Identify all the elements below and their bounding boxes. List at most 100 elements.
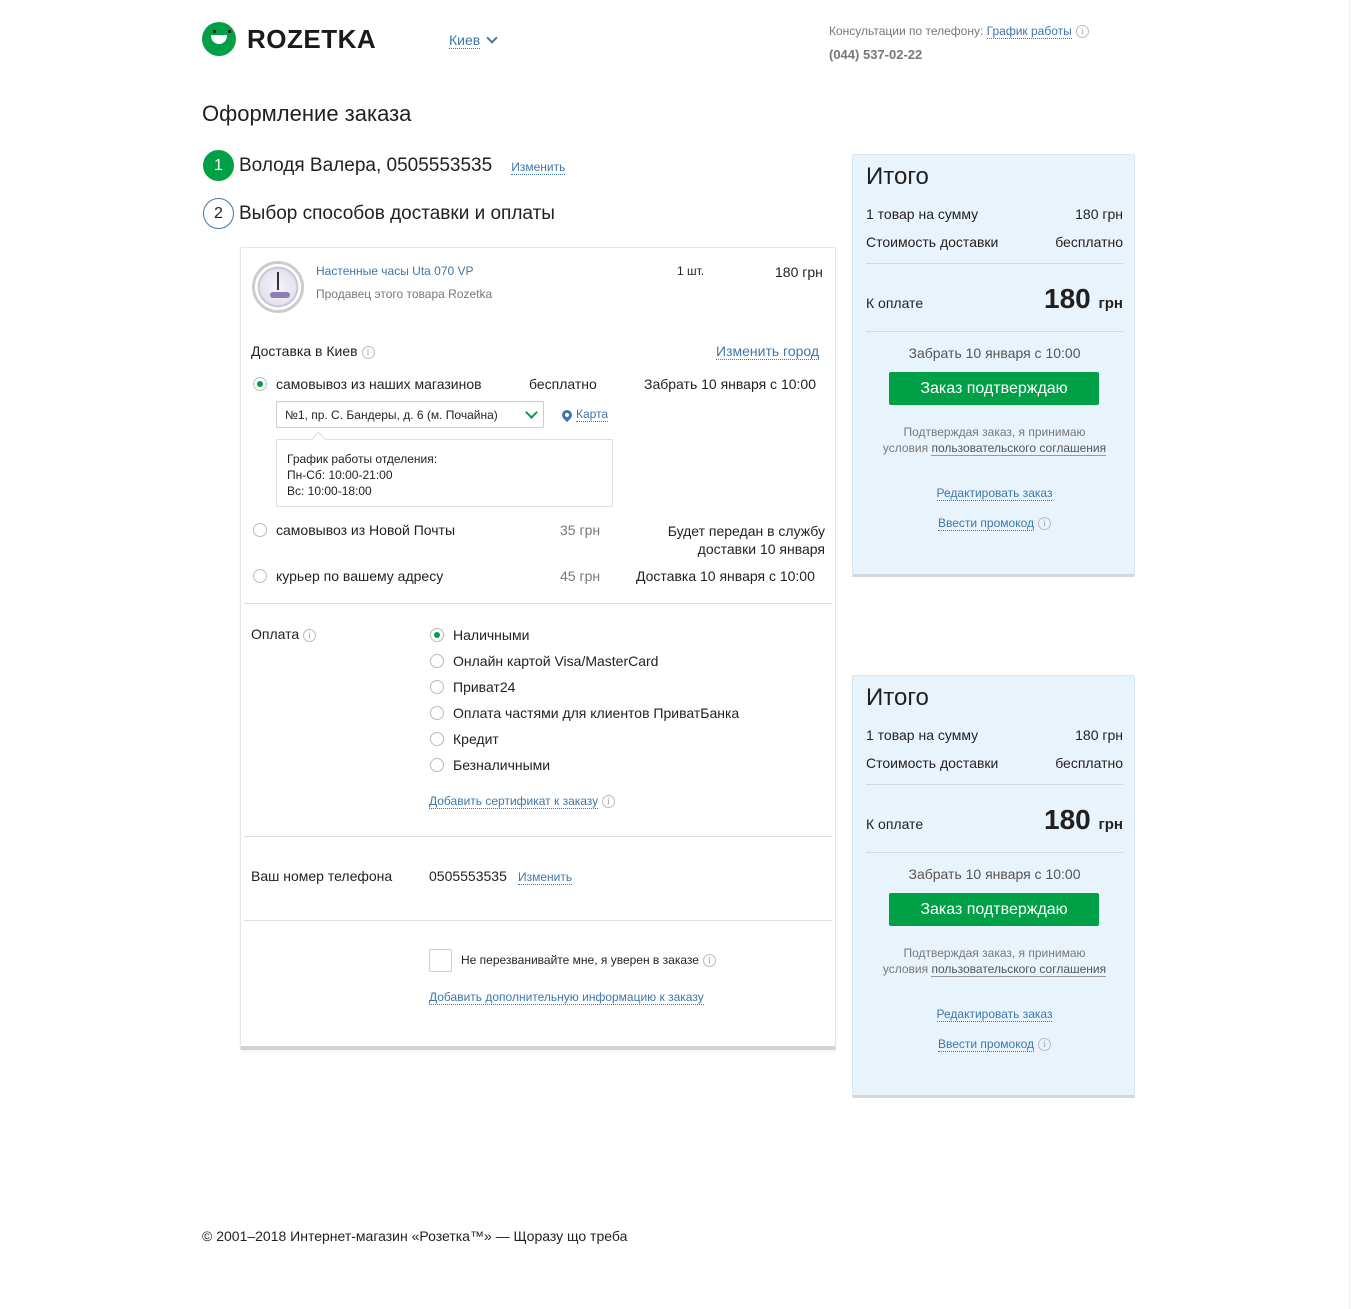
- step-number: 2: [203, 198, 234, 229]
- summary-total-row: К оплате 180 грн: [866, 283, 1123, 315]
- product-name-link[interactable]: Настенные часы Uta 070 VP: [316, 264, 474, 278]
- radio-icon[interactable]: [253, 523, 267, 537]
- summary-delivery-label: Стоимость доставки: [866, 755, 999, 771]
- chevron-down-icon: [486, 32, 498, 44]
- summary-total-amount: 180 грн: [1044, 804, 1123, 836]
- radio-selected-icon[interactable]: [253, 377, 267, 391]
- edit-order-link[interactable]: Редактировать заказ: [936, 1007, 1053, 1022]
- summary-title: Итого: [866, 163, 929, 190]
- summary-pickup: Забрать 10 января с 10:00: [908, 345, 1081, 361]
- delivery-option-store[interactable]: самовывоз из наших магазинов: [253, 376, 482, 392]
- payment-option-privat24[interactable]: Приват24: [430, 679, 515, 695]
- logo[interactable]: ROZETKA: [202, 22, 376, 56]
- payment-option-cash[interactable]: Наличными: [430, 627, 529, 643]
- delivery-option-info: Забрать 10 января с 10:00: [644, 376, 816, 392]
- city-label: Киев: [449, 32, 481, 49]
- summary-total-currency: грн: [1098, 816, 1123, 833]
- edit-order-row: Редактировать заказ: [853, 1007, 1136, 1022]
- add-certificate-link[interactable]: Добавить сертификат к заказу: [429, 794, 599, 809]
- confirm-order-button[interactable]: Заказ подтверждаю: [889, 893, 1099, 926]
- info-icon[interactable]: i: [702, 954, 716, 968]
- certificate-row: Добавить сертификат к заказу i: [429, 794, 616, 809]
- radio-icon[interactable]: [430, 732, 444, 746]
- radio-icon[interactable]: [253, 569, 267, 583]
- change-city-link[interactable]: Изменить город: [716, 343, 820, 360]
- hours-sunday: Вс: 10:00-18:00: [287, 484, 372, 498]
- hours-weekdays: Пн-Сб: 10:00-21:00: [287, 468, 393, 482]
- product-quantity: 1 шт.: [677, 264, 705, 278]
- summary-items-label: 1 товар на сумму: [866, 727, 979, 743]
- summary-items-label: 1 товар на сумму: [866, 206, 979, 222]
- payment-option-label: Кредит: [453, 731, 499, 747]
- no-call-checkbox[interactable]: [429, 949, 452, 972]
- radio-icon[interactable]: [430, 706, 444, 720]
- divider: [244, 920, 832, 921]
- city-selector[interactable]: Киев: [449, 32, 498, 49]
- payment-option-credit[interactable]: Кредит: [430, 731, 499, 747]
- summary-delivery-label: Стоимость доставки: [866, 234, 999, 250]
- payment-option-label: Оплата частями для клиентов ПриватБанка: [453, 705, 740, 721]
- step-label: Володя Валера, 0505553535: [239, 154, 493, 176]
- delivery-option-label: курьер по вашему адресу: [276, 568, 444, 584]
- map-link-label[interactable]: Карта: [576, 407, 609, 422]
- map-link[interactable]: Карта: [559, 407, 609, 422]
- payment-option-cashless[interactable]: Безналичными: [430, 757, 550, 773]
- radio-icon[interactable]: [430, 680, 444, 694]
- consult-info: Консультации по телефону: График работы i: [829, 24, 1089, 39]
- store-select[interactable]: №1, пр. С. Бандеры, д. 6 (м. Почайна): [276, 401, 544, 428]
- summary-total-value: 180: [1044, 804, 1091, 835]
- phone-label: Ваш номер телефона: [251, 868, 393, 884]
- divider: [866, 263, 1123, 264]
- summary-total-label: К оплате: [866, 295, 924, 311]
- store-hours-tooltip: График работы отделения: Пн-Сб: 10:00-21…: [276, 439, 613, 507]
- user-agreement-link[interactable]: пользовательского соглашения: [931, 441, 1107, 456]
- summary-items-row: 1 товар на сумму 180 грн: [866, 206, 1123, 222]
- info-icon[interactable]: i: [1038, 1038, 1052, 1052]
- info-icon[interactable]: i: [303, 628, 317, 642]
- payment-option-installments[interactable]: Оплата частями для клиентов ПриватБанка: [430, 705, 739, 721]
- promo-code-link[interactable]: Ввести промокод: [937, 516, 1035, 531]
- order-summary: Итого 1 товар на сумму 180 грн Стоимость…: [852, 154, 1135, 577]
- summary-total-currency: грн: [1098, 295, 1123, 312]
- edit-order-link[interactable]: Редактировать заказ: [936, 486, 1053, 501]
- step-delivery-payment: 2 Выбор способов доставки и оплаты: [203, 198, 555, 229]
- confirm-order-button[interactable]: Заказ подтверждаю: [889, 372, 1099, 405]
- add-info-link[interactable]: Добавить дополнительную информацию к зак…: [429, 990, 704, 1005]
- radio-icon[interactable]: [430, 758, 444, 772]
- radio-icon[interactable]: [430, 654, 444, 668]
- edit-contacts-link[interactable]: Изменить: [511, 160, 566, 175]
- edit-phone-link[interactable]: Изменить: [518, 870, 573, 885]
- no-call-row: Не перезванивайте мне, я уверен в заказе…: [461, 953, 716, 968]
- info-icon[interactable]: i: [1038, 517, 1052, 531]
- edit-order-row: Редактировать заказ: [853, 486, 1136, 501]
- product-price: 180 грн: [775, 264, 823, 280]
- summary-total-row: К оплате 180 грн: [866, 804, 1123, 836]
- delivery-option-price: 45 грн: [560, 568, 601, 584]
- page-title: Оформление заказа: [202, 101, 412, 126]
- radio-selected-icon[interactable]: [430, 628, 444, 642]
- delivery-option-courier[interactable]: курьер по вашему адресу: [253, 568, 443, 584]
- no-call-label[interactable]: Не перезванивайте мне, я уверен в заказе: [461, 953, 699, 967]
- schedule-link[interactable]: График работы: [986, 24, 1072, 39]
- user-agreement-link[interactable]: пользовательского соглашения: [931, 962, 1107, 977]
- summary-pickup: Забрать 10 января с 10:00: [908, 866, 1081, 882]
- product-seller: Продавец этого товара Rozetka: [316, 287, 493, 301]
- payment-option-label: Безналичными: [453, 757, 551, 773]
- step-number: 1: [203, 150, 234, 181]
- info-icon[interactable]: i: [602, 795, 616, 809]
- payment-option-label: Наличными: [453, 627, 530, 643]
- promo-code-link[interactable]: Ввести промокод: [937, 1037, 1035, 1052]
- scrollbar[interactable]: [1349, 0, 1366, 1309]
- payment-option-card[interactable]: Онлайн картой Visa/MasterCard: [430, 653, 658, 669]
- divider: [866, 852, 1123, 853]
- delivery-option-novaposhta[interactable]: самовывоз из Новой Почты: [253, 522, 455, 538]
- info-icon[interactable]: i: [361, 345, 375, 359]
- product-image[interactable]: [252, 261, 304, 313]
- summary-total-value: 180: [1044, 283, 1091, 314]
- consult-label: Консультации по телефону:: [829, 24, 984, 38]
- info-icon[interactable]: i: [1075, 25, 1089, 39]
- payment-option-label: Приват24: [453, 679, 516, 695]
- map-pin-icon: [559, 407, 575, 422]
- delivery-title: Доставка в Киев i: [251, 343, 375, 359]
- payment-title: Оплата i: [251, 626, 317, 642]
